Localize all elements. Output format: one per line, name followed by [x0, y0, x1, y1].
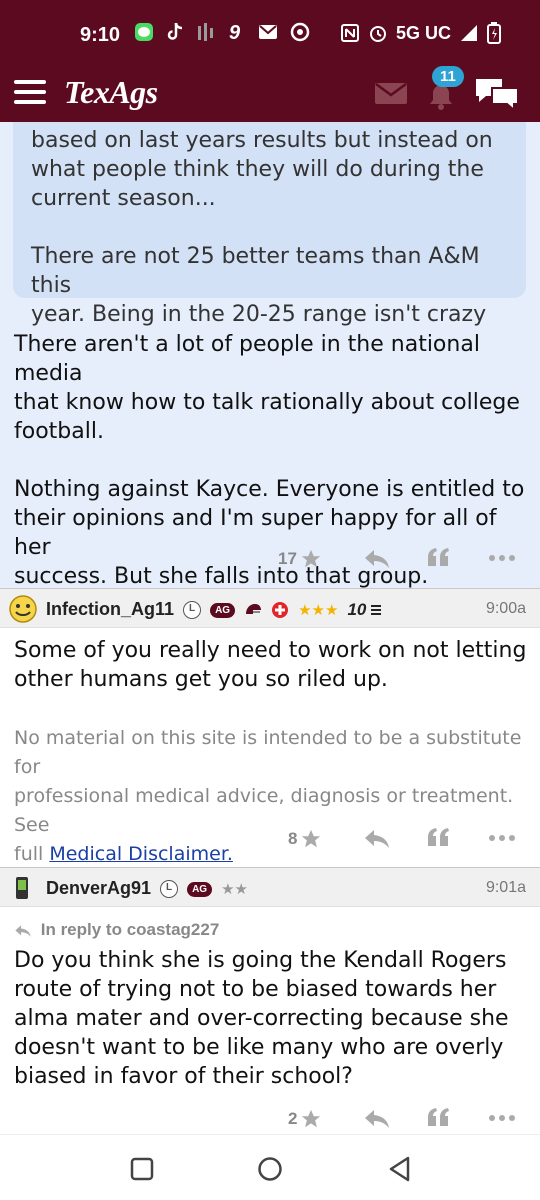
quote-line [31, 213, 511, 242]
post-line: football. [14, 419, 104, 444]
status-icons-left: 9 [134, 22, 310, 42]
star-icon [302, 1109, 321, 1128]
chrome-icon [290, 22, 310, 42]
battery-icon [487, 22, 502, 44]
username-text[interactable]: Infection_Ag11 [46, 599, 174, 619]
quote-line: based on last years results but instead … [31, 128, 493, 153]
post-line: alma mater and over-correcting because s… [14, 1006, 509, 1031]
post-timestamp[interactable]: 9:00a [486, 600, 526, 618]
disclaimer-line: professional medical advice, diagnosis o… [14, 785, 514, 836]
post-line: doesn't want to be like many who are ove… [14, 1035, 504, 1060]
svg-text:9: 9 [229, 22, 241, 42]
post-line: Some of you really need to work on not l… [14, 638, 527, 663]
alarm-icon [370, 26, 386, 42]
post-line: biased in favor of their school? [14, 1064, 353, 1089]
post-body: Some of you really need to work on not l… [14, 636, 529, 694]
helmet-icon [246, 604, 262, 615]
post-line: success. But she falls into that group. [14, 564, 429, 589]
phone-avatar-icon[interactable] [14, 876, 30, 900]
home-icon[interactable] [257, 1156, 283, 1182]
post-author-header: DenverAg91 L AG ★★ 9:01a [0, 867, 540, 907]
post-author-header: Infection_Ag11 L AG ★★★ 10 9:00a [0, 588, 540, 628]
reply-icon[interactable] [364, 1108, 390, 1130]
quote-line: what people think they will do during th… [31, 157, 484, 182]
post-highlighted: based on last years results but instead … [0, 122, 540, 591]
post-line: Nothing against Kayce. Everyone is entit… [14, 477, 525, 502]
rank-stars: ★★★ [298, 602, 339, 620]
mail-icon[interactable] [374, 80, 408, 106]
nfc-icon [341, 24, 359, 42]
tiktok-icon [167, 22, 183, 40]
network-label: 5G UC [396, 22, 452, 43]
star-count: 8 [288, 829, 298, 848]
quote-line: current season... [31, 186, 216, 211]
star-icon [302, 829, 321, 848]
status-icons-right: 5G UC [340, 22, 502, 44]
disclaimer-line: full Medical Disclaimer. [14, 840, 529, 869]
status-bar: 9:10 9 5G UC [0, 0, 540, 66]
username[interactable]: DenverAg91 L AG ★★ [46, 878, 248, 899]
medical-disclaimer-link[interactable]: Medical Disclaimer. [49, 843, 233, 865]
recents-icon[interactable] [130, 1157, 154, 1181]
disclaimer-line: No material on this site is intended to … [14, 727, 522, 778]
status-time: 9:10 [80, 24, 121, 46]
username[interactable]: Infection_Ag11 L AG ★★★ 10 [46, 599, 382, 620]
site-logo[interactable]: TexAgs [64, 74, 158, 111]
username-text[interactable]: DenverAg91 [46, 878, 151, 898]
post-line: that know how to talk rationally about c… [14, 390, 520, 415]
disclaimer-prefix: full [14, 843, 44, 865]
post-line: other humans get you so riled up. [14, 667, 388, 692]
signature-disclaimer: No material on this site is intended to … [14, 724, 529, 869]
hamburger-icon[interactable] [14, 80, 46, 106]
lifetime-badge: L [183, 601, 202, 620]
reply-icon [15, 924, 31, 937]
more-icon[interactable] [488, 1114, 516, 1122]
medical-cross-icon [272, 602, 289, 619]
rank-bars-icon [371, 605, 382, 616]
star-icon [301, 549, 321, 568]
more-icon[interactable] [488, 834, 516, 842]
quote-text: based on last years results but instead … [31, 126, 511, 329]
post-body: Do you think she is going the Kendall Ro… [14, 946, 529, 1091]
thread-content: based on last years results but instead … [0, 122, 540, 1134]
smiley-avatar-icon[interactable] [8, 594, 38, 624]
reply-icon[interactable] [364, 828, 390, 850]
lifetime-badge: L [160, 880, 179, 899]
quote-icon[interactable] [426, 826, 450, 848]
quote-icon[interactable] [426, 546, 450, 568]
notification-badge[interactable]: 11 [432, 66, 464, 87]
system-nav-bar [0, 1134, 540, 1200]
quote-line: year. Being in the 20-25 range isn't cra… [31, 302, 487, 327]
post-body: There aren't a lot of people in the nati… [14, 330, 529, 591]
post-line: Do you think she is going the Kendall Ro… [14, 948, 507, 973]
in-reply-to[interactable]: In reply to coastag227 [14, 920, 219, 940]
star-action[interactable]: 17 [278, 544, 322, 574]
ag-badge: AG [210, 602, 236, 618]
star-count: 2 [288, 1109, 298, 1128]
star-action[interactable]: 2 [288, 1104, 322, 1134]
equalizer-icon [198, 23, 213, 41]
post-line: There aren't a lot of people in the nati… [14, 332, 480, 386]
post-timestamp[interactable]: 9:01a [486, 879, 526, 897]
ag-badge: AG [187, 881, 213, 897]
chat-icon[interactable] [474, 76, 520, 112]
post-line [14, 446, 529, 475]
star-action[interactable]: 8 [288, 824, 322, 854]
message-app-icon [135, 23, 153, 41]
post-line: their opinions and I'm super happy for a… [14, 506, 497, 560]
quote-icon[interactable] [426, 1106, 450, 1128]
in-reply-to-text[interactable]: In reply to coastag227 [41, 920, 220, 939]
signal-icon [461, 25, 478, 41]
star-count: 17 [278, 549, 297, 568]
back-icon[interactable] [388, 1156, 412, 1182]
post-line: route of trying not to be biased towards… [14, 977, 497, 1002]
more-icon[interactable] [488, 554, 516, 562]
reply-icon[interactable] [364, 548, 390, 570]
quote-line: There are not 25 better teams than A&M t… [31, 244, 480, 298]
rank-number: 10 [347, 600, 367, 619]
rank-stars: ★★ [221, 881, 248, 899]
gmail-icon [259, 25, 277, 39]
app-header: TexAgs 11 [0, 66, 540, 122]
nine-icon: 9 [229, 22, 241, 42]
